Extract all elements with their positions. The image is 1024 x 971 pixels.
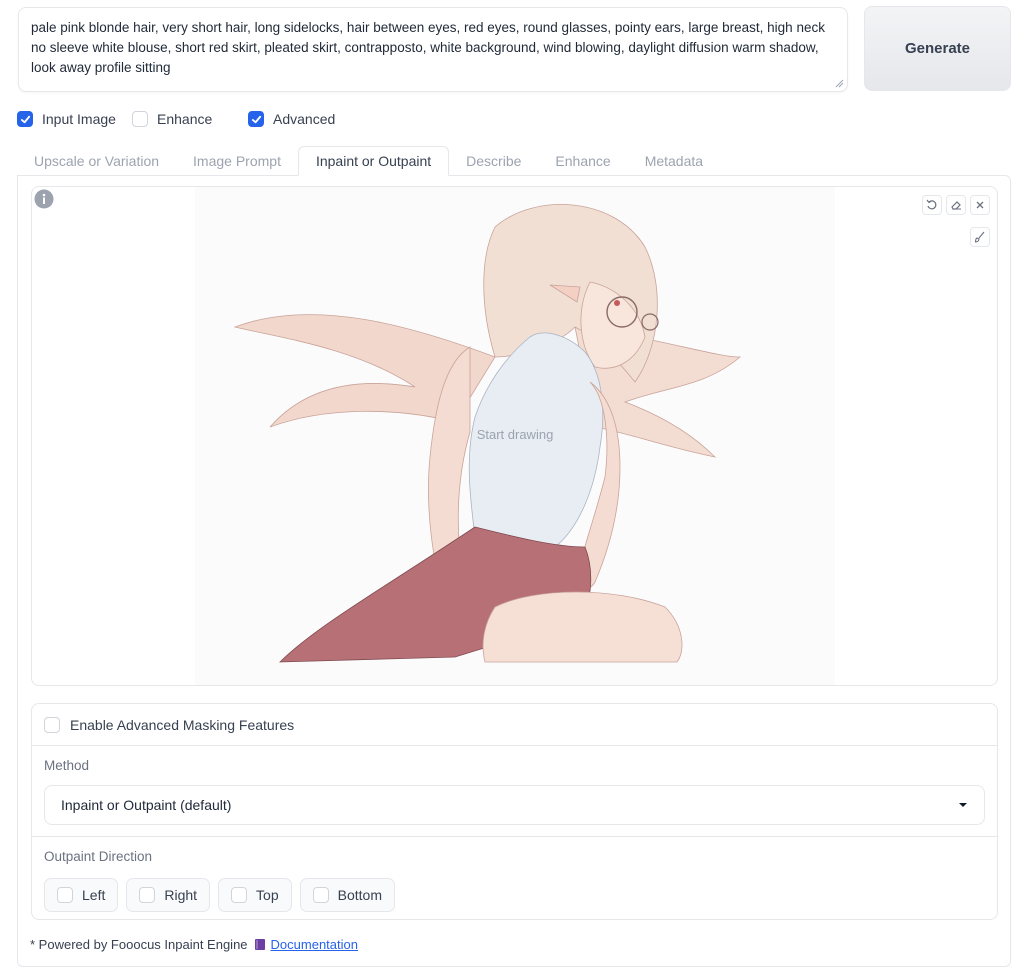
checkbox-unchecked-icon[interactable] xyxy=(57,887,73,903)
method-label: Method xyxy=(44,758,90,773)
checkbox-unchecked-icon[interactable] xyxy=(312,887,329,903)
generate-button-label: Generate xyxy=(904,40,971,57)
prompt-text: pale pink blonde hair, very short hair, … xyxy=(31,20,825,75)
resize-handle-icon[interactable] xyxy=(835,79,844,88)
tab-describe[interactable]: Describe xyxy=(449,146,538,176)
checkbox-checked-icon[interactable] xyxy=(248,111,264,127)
footer-text: * Powered by Fooocus Inpaint Engine xyxy=(30,937,248,952)
advanced-checkbox[interactable]: Advanced xyxy=(248,111,335,127)
checkbox-unchecked-icon[interactable] xyxy=(231,887,248,903)
tab-bar: Upscale or Variation Image Prompt Inpain… xyxy=(17,146,720,176)
input-image-checkbox[interactable]: Input Image xyxy=(17,111,132,127)
outpaint-direction-options: Left Right Top Bottom xyxy=(44,878,985,912)
inpaint-panel: Start drawing Enable Advanced Masking Fe… xyxy=(17,175,1011,967)
direction-right-label: Right xyxy=(164,887,198,903)
masking-options: Enable Advanced Masking Features Method … xyxy=(31,703,998,920)
tab-enhance[interactable]: Enhance xyxy=(538,146,627,176)
advanced-label: Advanced xyxy=(273,111,336,127)
input-image-label: Input Image xyxy=(42,111,116,127)
direction-bottom-label: Bottom xyxy=(337,887,382,903)
checkbox-unchecked-icon[interactable] xyxy=(139,887,156,903)
direction-top-label: Top xyxy=(256,887,279,903)
canvas-placeholder: Start drawing xyxy=(476,427,554,442)
footer: * Powered by Fooocus Inpaint Engine Docu… xyxy=(30,937,358,952)
inpaint-canvas[interactable]: Start drawing xyxy=(31,186,998,686)
checkbox-unchecked-icon[interactable] xyxy=(44,716,60,733)
direction-left-checkbox[interactable]: Left xyxy=(44,878,119,912)
checkbox-checked-icon[interactable] xyxy=(17,111,33,127)
eraser-icon[interactable] xyxy=(946,195,966,215)
enhance-checkbox[interactable]: Enhance xyxy=(132,111,248,127)
options-row: Input Image Enhance Advanced xyxy=(17,108,335,130)
direction-top-checkbox[interactable]: Top xyxy=(218,878,292,912)
direction-left-label: Left xyxy=(82,887,106,903)
info-icon[interactable] xyxy=(34,189,54,209)
direction-bottom-checkbox[interactable]: Bottom xyxy=(299,878,395,912)
checkbox-unchecked-icon[interactable] xyxy=(132,111,148,127)
documentation-link[interactable]: Documentation xyxy=(271,937,358,952)
enable-advanced-masking-label: Enable Advanced Masking Features xyxy=(70,716,295,733)
prompt-textarea[interactable]: pale pink blonde hair, very short hair, … xyxy=(18,7,848,92)
tab-image-prompt[interactable]: Image Prompt xyxy=(176,146,298,176)
tab-upscale-or-variation[interactable]: Upscale or Variation xyxy=(17,146,176,176)
input-image-preview[interactable]: Start drawing xyxy=(195,187,835,685)
tab-inpaint-or-outpaint[interactable]: Inpaint or Outpaint xyxy=(297,146,450,176)
close-icon[interactable] xyxy=(970,195,990,215)
outpaint-direction-label: Outpaint Direction xyxy=(44,849,153,864)
brush-icon[interactable] xyxy=(970,227,990,247)
direction-right-checkbox[interactable]: Right xyxy=(126,878,211,912)
book-icon xyxy=(254,939,265,950)
undo-icon[interactable] xyxy=(922,195,942,215)
tab-metadata[interactable]: Metadata xyxy=(628,146,720,176)
method-section: Method Inpaint or Outpaint (default) xyxy=(32,746,997,837)
generate-button[interactable]: Generate xyxy=(864,6,1011,91)
enable-advanced-masking-checkbox[interactable]: Enable Advanced Masking Features xyxy=(32,704,997,746)
method-selected-value: Inpaint or Outpaint (default) xyxy=(61,797,232,813)
caret-down-icon xyxy=(959,803,967,807)
enhance-label: Enhance xyxy=(157,111,213,127)
method-dropdown[interactable]: Inpaint or Outpaint (default) xyxy=(44,785,985,825)
outpaint-direction-section: Outpaint Direction Left Right Top Bottom xyxy=(32,837,997,912)
